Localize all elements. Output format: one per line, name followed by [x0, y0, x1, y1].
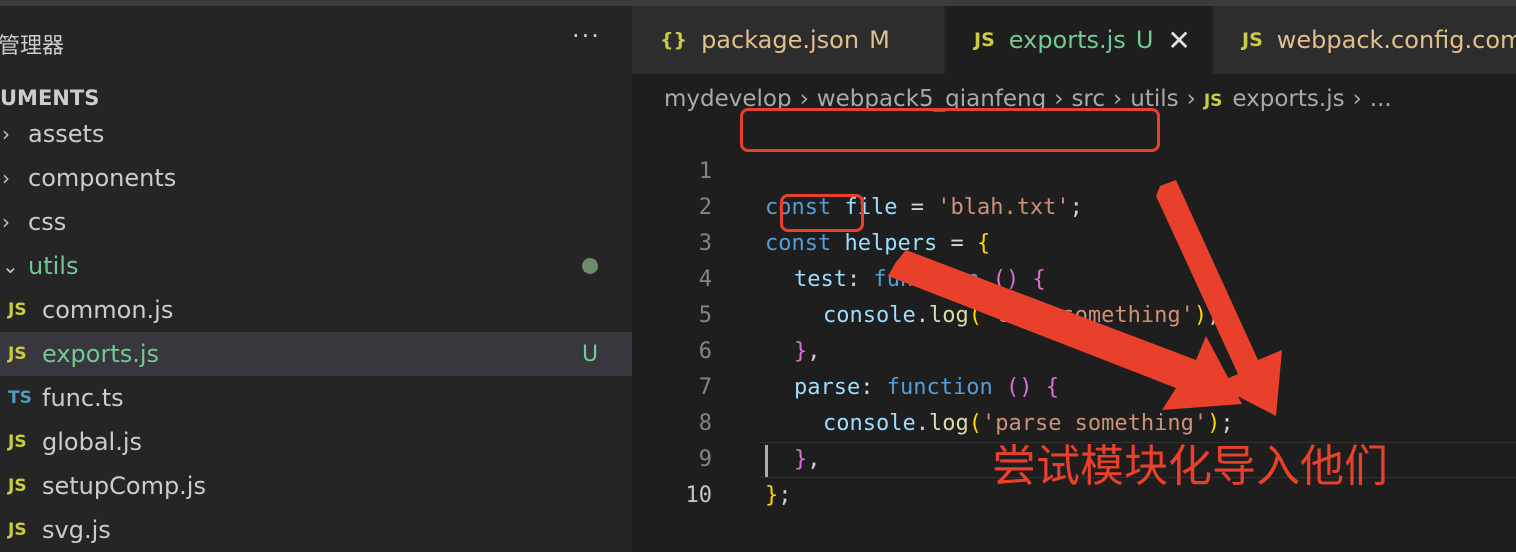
- annotation-text: 尝试模块化导入他们: [992, 441, 1388, 492]
- annotation-arrow-1: [888, 250, 1242, 410]
